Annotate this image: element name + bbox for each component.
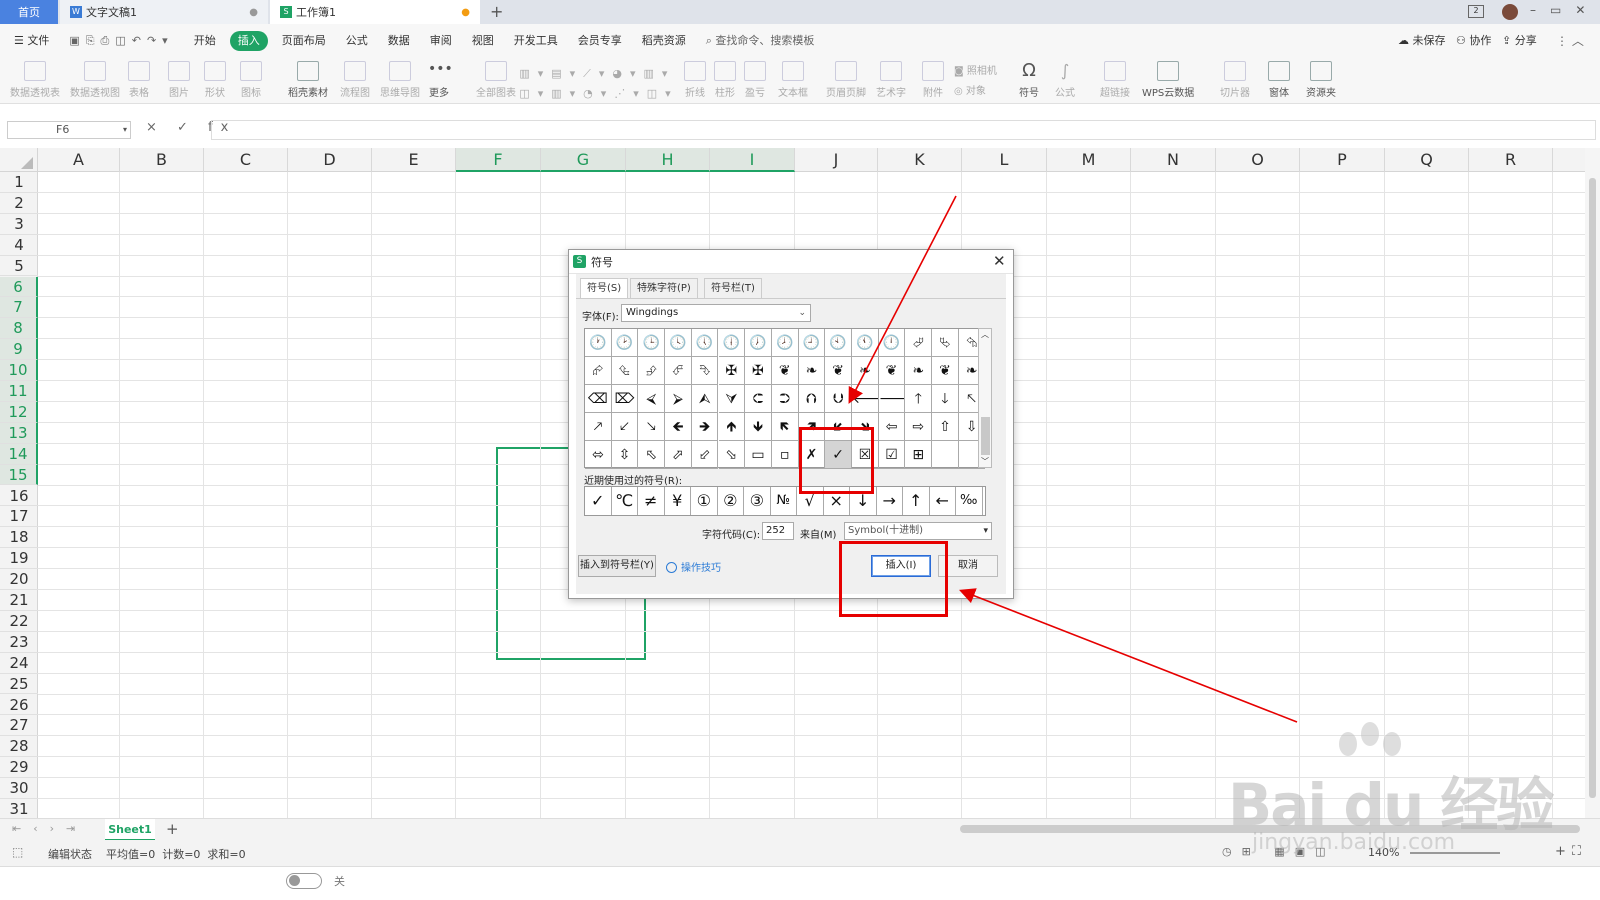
- arrow-to-insert: [959, 588, 1298, 723]
- watermark-url: jingyan.baidu.com: [1252, 830, 1456, 855]
- arrow-to-symbol: [848, 195, 957, 404]
- baidu-jingyan-watermark: Bai du 经验 jingyan.baidu.com: [1228, 720, 1558, 870]
